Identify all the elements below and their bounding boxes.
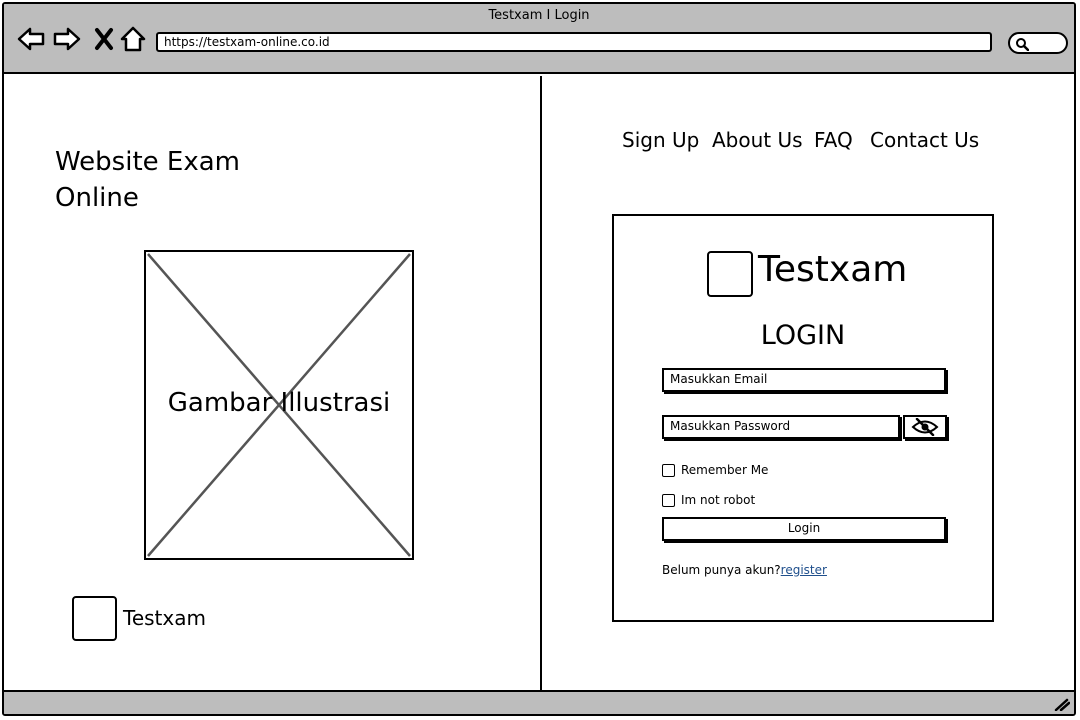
- register-link[interactable]: register: [781, 563, 827, 577]
- register-prompt: Belum punya akun?register: [662, 563, 827, 577]
- email-input[interactable]: Masukkan Email: [662, 368, 946, 392]
- nav-sign-up[interactable]: Sign Up: [622, 128, 699, 152]
- site-title: Website Exam Online: [55, 144, 355, 216]
- password-input[interactable]: Masukkan Password: [662, 415, 900, 439]
- close-x-icon[interactable]: [90, 24, 120, 54]
- status-bar: [4, 690, 1074, 714]
- pane-divider: [540, 76, 542, 694]
- resize-grip-icon[interactable]: [1054, 697, 1070, 711]
- forward-arrow-icon[interactable]: [52, 24, 82, 54]
- brand-name: Testxam: [758, 249, 908, 290]
- brand-logo-placeholder: [707, 251, 753, 297]
- login-button[interactable]: Login: [662, 517, 946, 541]
- not-robot-label: Im not robot: [681, 493, 756, 507]
- footer-brand-name: Testxam: [123, 606, 206, 630]
- site-title-line-2: Online: [55, 183, 139, 213]
- nav-faq[interactable]: FAQ: [814, 128, 853, 152]
- home-icon[interactable]: [118, 24, 148, 54]
- browser-window: Testxam I Login https://testxam-online.c…: [2, 2, 1076, 716]
- eye-slash-icon: [911, 418, 939, 436]
- login-card: Testxam LOGIN Masukkan Email Masukkan Pa…: [612, 214, 994, 622]
- toggle-password-visibility-button[interactable]: [903, 415, 947, 439]
- checkbox-box[interactable]: [662, 464, 675, 477]
- back-arrow-icon[interactable]: [16, 24, 46, 54]
- remember-me-label: Remember Me: [681, 463, 769, 477]
- illustration-placeholder: Gambar Illustrasi: [144, 250, 414, 560]
- address-bar[interactable]: https://testxam-online.co.id: [156, 32, 992, 52]
- site-title-line-1: Website Exam: [55, 147, 240, 177]
- login-heading: LOGIN: [760, 320, 846, 351]
- nav-contact-us[interactable]: Contact Us: [870, 128, 979, 152]
- illustration-label: Gambar Illustrasi: [167, 388, 391, 418]
- checkbox-box[interactable]: [662, 494, 675, 507]
- nav-about-us[interactable]: About Us: [712, 128, 803, 152]
- footer-logo-placeholder: [72, 596, 117, 641]
- search-icon: [1016, 38, 1029, 51]
- browser-toolbar: Testxam I Login https://testxam-online.c…: [4, 4, 1074, 74]
- register-prompt-text: Belum punya akun?: [662, 563, 781, 577]
- search-field[interactable]: [1008, 32, 1068, 54]
- window-title: Testxam I Login: [488, 8, 590, 23]
